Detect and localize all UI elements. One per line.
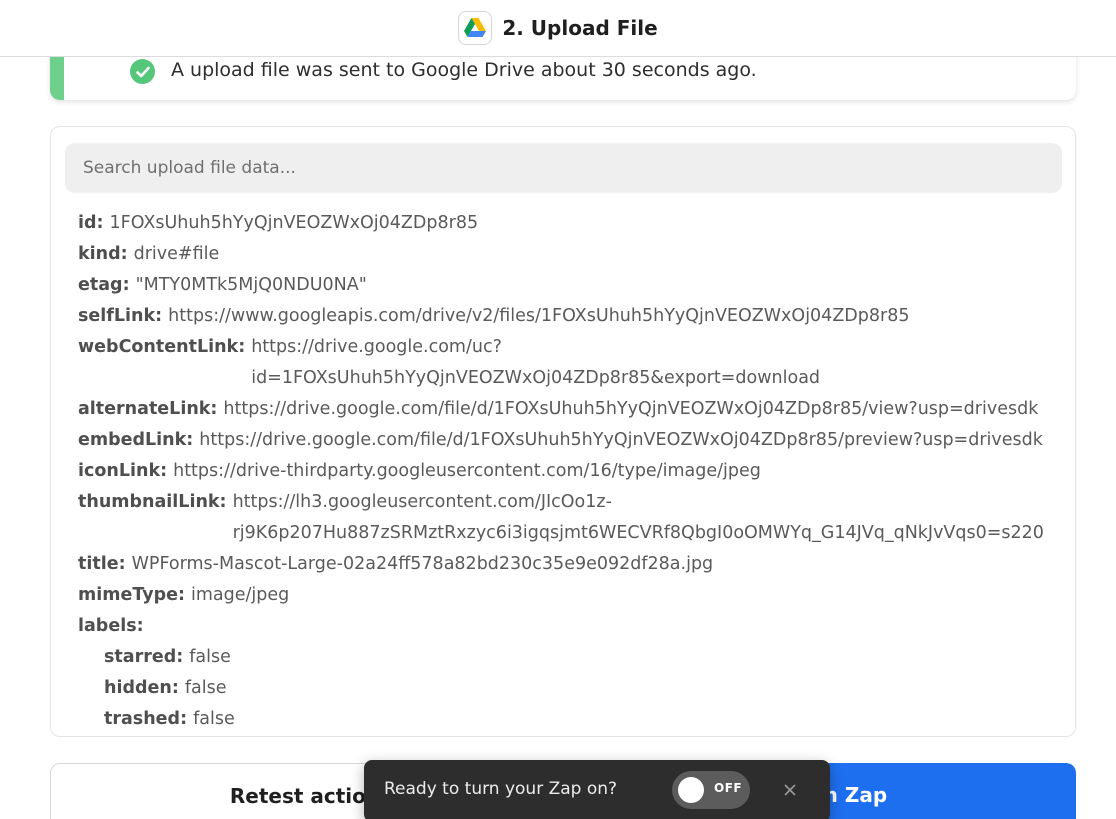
field-value: "MTY0MTk5MjQ0NDU0NA" [135, 275, 367, 295]
zap-on-off-toggle[interactable]: OFF [672, 771, 750, 809]
field-value: false [189, 647, 231, 667]
field-key: hidden: [104, 678, 179, 698]
field-row-embedlink: embedLink: https://drive.google.com/file… [78, 425, 1068, 456]
field-key: starred: [104, 647, 184, 667]
field-row-title: title: WPForms-Mascot-Large-02a24ff578a8… [78, 549, 1068, 580]
field-value-line: https://drive.google.com/uc? [251, 337, 502, 357]
field-key: iconLink: [78, 461, 168, 481]
field-value: image/jpeg [191, 585, 290, 605]
success-message: A upload file was sent to Google Drive a… [171, 59, 757, 81]
field-row-etag: etag: "MTY0MTk5MjQ0NDU0NA" [78, 270, 1068, 301]
field-key: selfLink: [78, 306, 163, 326]
field-value: 1FOXsUhuh5hYyQjnVEOZWxOj04ZDp8r85 [109, 213, 479, 233]
field-value: https://www.googleapis.com/drive/v2/file… [168, 306, 910, 326]
field-row-iconlink: iconLink: https://drive-thirdparty.googl… [78, 456, 1068, 487]
field-key: etag: [78, 275, 130, 295]
step-header: 2. Upload File [0, 0, 1116, 57]
field-key: labels: [78, 616, 144, 636]
field-list: id: 1FOXsUhuh5hYyQjnVEOZWxOj04ZDp8r85 ki… [78, 208, 1068, 735]
field-row-kind: kind: drive#file [78, 239, 1068, 270]
field-key: thumbnailLink: [78, 492, 227, 512]
field-row-labels: labels: [78, 611, 1068, 642]
field-row-thumbnaillink: thumbnailLink: https://lh3.googleusercon… [78, 487, 1068, 549]
field-row-webcontentlink: webContentLink: https://drive.google.com… [78, 332, 1068, 394]
data-panel: id: 1FOXsUhuh5hYyQjnVEOZWxOj04ZDp8r85 ki… [50, 126, 1076, 737]
zap-toast: Ready to turn your Zap on? OFF [364, 760, 830, 819]
field-key: alternateLink: [78, 399, 218, 419]
field-value: https://drive.google.com/file/d/1FOXsUhu… [199, 430, 1043, 450]
toggle-label: OFF [714, 781, 743, 795]
step-title: 2. Upload File [502, 16, 658, 40]
page: 2. Upload File A upload file was sent to… [0, 0, 1116, 819]
field-key: mimeType: [78, 585, 185, 605]
field-value: WPForms-Mascot-Large-02a24ff578a82bd230c… [131, 554, 714, 574]
field-key: title: [78, 554, 126, 574]
field-value: false [184, 678, 227, 698]
close-icon[interactable] [778, 778, 802, 802]
field-value: https://drive-thirdparty.googleuserconte… [173, 461, 761, 481]
field-row-starred: starred: false [78, 642, 1068, 673]
field-key: webContentLink: [78, 337, 246, 357]
field-row-alternatelink: alternateLink: https://drive.google.com/… [78, 394, 1068, 425]
google-drive-icon [458, 11, 493, 45]
step-header-inner: 2. Upload File [458, 11, 658, 45]
field-value: https://drive.google.com/file/d/1FOXsUhu… [223, 399, 1039, 419]
field-value-line: id=1FOXsUhuh5hYyQjnVEOZWxOj04ZDp8r85&exp… [251, 368, 821, 388]
field-value: https://lh3.googleusercontent.com/JIcOo1… [233, 487, 1044, 549]
check-circle-icon [130, 59, 155, 84]
field-row-selflink: selfLink: https://www.googleapis.com/dri… [78, 301, 1068, 332]
field-row-trashed: trashed: false [78, 704, 1068, 735]
field-value: https://drive.google.com/uc? id=1FOXsUhu… [251, 332, 820, 394]
field-value: drive#file [133, 244, 220, 264]
field-row-id: id: 1FOXsUhuh5hYyQjnVEOZWxOj04ZDp8r85 [78, 208, 1068, 239]
field-key: trashed: [104, 709, 188, 729]
field-key: embedLink: [78, 430, 194, 450]
field-value-line: rj9K6p207Hu887zSRMztRxzyc6i3igqsjmt6WECV… [232, 523, 1044, 543]
field-key: kind: [78, 244, 128, 264]
toast-message: Ready to turn your Zap on? [384, 779, 618, 799]
toggle-knob [678, 777, 704, 803]
field-row-mimetype: mimeType: image/jpeg [78, 580, 1068, 611]
field-key: id: [78, 213, 104, 233]
field-row-hidden: hidden: false [78, 673, 1068, 704]
field-value: false [193, 709, 235, 729]
field-value-line: https://lh3.googleusercontent.com/JIcOo1… [232, 492, 612, 512]
search-input[interactable] [65, 143, 1062, 193]
